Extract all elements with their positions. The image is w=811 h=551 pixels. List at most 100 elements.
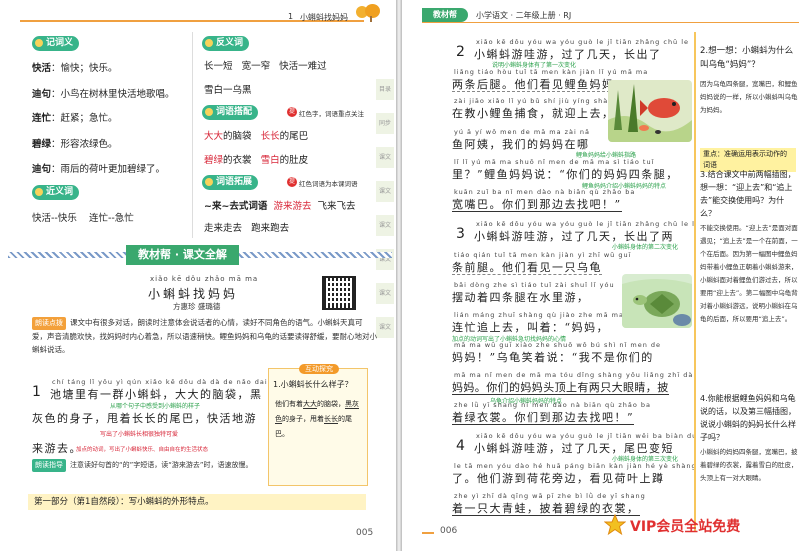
lesson-title: 小蝌蚪找妈妈: [148, 287, 239, 301]
tree-icon: [356, 4, 382, 22]
question-box-head: 互动探究: [299, 364, 339, 374]
tag-ji-yi-ci: 记词义: [32, 36, 80, 51]
para-pinyin: chí táng lǐ yǒu yì qún xiǎo kē dǒu dà dà…: [52, 378, 284, 386]
para3-line-4: 连忙追上去，叫着：“妈妈，: [452, 321, 610, 334]
side-question-2: 2.想一想：小蝌蚪为什么叫乌龟“妈妈”？: [700, 46, 794, 70]
page-number: 006: [440, 526, 458, 536]
pinyin-row: lián máng zhuī shàng qù jiào zhe mā ma: [454, 311, 624, 319]
def-row-1: 快活：愉快；快乐。: [32, 63, 118, 74]
antonyms-row-1: 长一短 宽一窄 快活一难过: [204, 61, 327, 72]
def-row-3: 连忙：赶紧；急忙。: [32, 113, 118, 124]
illustration-carp: [608, 80, 692, 142]
pinyin-row: kuān zuǐ ba nǐ men dào nà biān qù zhǎo b…: [454, 188, 636, 196]
expansion-row-2: 走来走去 跑来跑去: [204, 223, 290, 234]
pinyin-row: xiǎo kē dǒu yóu wa yóu guò le jǐ tiān wě…: [476, 432, 708, 440]
left-header: 1 小蝌蚪找妈妈: [0, 0, 396, 26]
side-tab-7[interactable]: 课文: [376, 282, 394, 304]
para-line-3: 来游去。: [32, 442, 82, 455]
vip-watermark: VIP会员全站免费: [630, 519, 741, 535]
tag-jin-yi-ci: 近义词: [32, 185, 80, 200]
footer-rule: [422, 532, 434, 534]
para-note-1: 从哪个句子中感受到小蝌蚪的样子: [110, 403, 201, 410]
pinyin-row: lǐ lǐ yú mā ma shuō nǐ men de mā ma sì t…: [454, 158, 655, 166]
side-answer-3: 不能交换使用。“迎上去”是面对面遇见；“追上去”是一个在前面，一个在后面。因为第…: [700, 224, 798, 323]
tag-fan-yi-ci: 反义词: [202, 36, 250, 51]
tip-icon: 提: [287, 107, 297, 117]
tag-ci-yu-da-pei: 词语搭配: [202, 105, 259, 120]
para-note-3: 加点的动词，写出了小蝌蚪快乐、自由自在的生活状态: [76, 447, 209, 453]
pinyin-row: zhe yì zhī dà qīng wā pī zhe bì lǜ de yī…: [454, 492, 646, 500]
para2-line-2: 两条后腿。他们看见鲤鱼妈妈: [452, 78, 615, 92]
collocation-note: 红色字，词语重点关注: [299, 110, 364, 118]
para2-line-5: 里？”鲤鱼妈妈说：“你们的妈妈四条腿，: [452, 168, 679, 181]
side-tab-3[interactable]: 课文: [376, 146, 394, 168]
column-divider: [192, 32, 193, 238]
read-tag: 朗读指导: [32, 459, 66, 472]
collocation-row-1: 大大的脑袋 长长的尾巴: [204, 131, 309, 142]
side-tab-1[interactable]: 目录: [376, 78, 394, 100]
right-page: 教材帮 小学语文 · 二年级上册 · RJ 2 xiǎo kē dǒu yóu …: [402, 0, 811, 551]
expansion-note: 红色词语为本课词语: [299, 180, 358, 188]
antonyms-row-2: 雪白一乌黑: [204, 85, 252, 96]
title-pinyin: xiǎo kē dǒu zhǎo mā ma: [150, 275, 259, 283]
side-question-4: 4.你能根据鲤鱼妈妈和乌龟说的话，以及第三幅插图，说说小蝌蚪的妈妈长什么样子吗？: [700, 394, 796, 442]
star-icon: [604, 514, 626, 536]
illustration-turtle: [622, 274, 692, 328]
side-tab-2[interactable]: 同步: [376, 112, 394, 134]
page-number: 005: [356, 528, 374, 538]
para3-line-6: 妈妈。你们的妈妈头顶上有两只大眼睛，披: [452, 381, 669, 395]
pinyin-row: xiǎo kē dǒu yóu wa yóu guò le jǐ tiān zh…: [476, 220, 713, 228]
part-summary: 第一部分（第1自然段）：写小蝌蚪的外形特点。: [28, 494, 366, 510]
para2-line-6: 宽嘴巴。你们到那边去找吧！”: [452, 198, 622, 212]
pinyin-row: liǎng tiáo hòu tuǐ tā men kàn jiàn lǐ yú…: [454, 68, 649, 76]
side-tab-5[interactable]: 课文: [376, 214, 394, 236]
para-number: 2: [456, 44, 465, 60]
header-title: 小学语文 · 二年级上册 · RJ: [476, 11, 572, 20]
side-tab-4[interactable]: 课文: [376, 180, 394, 202]
def-row-2: 迪句：小鸟在树林里快活地歌唱。: [32, 89, 175, 100]
left-page: 1 小蝌蚪找妈妈 记词义 快活：愉快；快乐。 迪句：小鸟在树林里快活地歌唱。 连…: [0, 0, 396, 551]
right-header: 教材帮 小学语文 · 二年级上册 · RJ: [402, 0, 811, 26]
collocation-row-2: 碧绿的衣裳 雪白的肚皮: [204, 155, 309, 166]
note-6: 乌龟介绍小蝌蚪妈妈的特点: [490, 398, 563, 405]
side-answer-2: 因为乌龟四条腿，宽嘴巴，和鲤鱼妈妈说的一样，所以小蝌蚪叫乌龟为妈妈。: [700, 80, 798, 114]
para-line-1: 池塘里有一群小蝌蚪，大大的脑袋，黑: [50, 388, 263, 401]
pinyin-row: yú ā yí wǒ men de mā ma zài nǎ: [454, 128, 590, 136]
guide-tag: 朗读点拨: [32, 317, 66, 330]
header-title: 小蝌蚪找妈妈: [300, 13, 348, 22]
para-number: 3: [456, 226, 465, 242]
section-banner: 教材帮 · 课文全解: [8, 245, 392, 265]
para3-line-2: 条前腿。他们看见一只乌龟: [452, 261, 602, 275]
para3-line-5: 妈妈！”乌龟笑着说：“我不是你们的: [452, 351, 654, 364]
def-row-4: 碧绿：形容浓绿色。: [32, 139, 118, 150]
question-text: 1.小蝌蚪长什么样子？: [273, 380, 353, 389]
pinyin-row: xiǎo kē dǒu yóu wa yóu guò le jǐ tiān zh…: [476, 38, 690, 46]
tag-ci-yu-tuo-zhan: 词语拓展: [202, 175, 259, 190]
guide-text: 课文中有很多对话，朗读时注意体会说话者的心情，读好不同角色的语气。小蝌蚪天真可爱…: [32, 318, 377, 354]
side-tab-8[interactable]: 课文: [376, 316, 394, 338]
synonyms-row: 快活--快乐 连忙--急忙: [32, 213, 134, 224]
banner-label: 教材帮 · 课文全解: [126, 245, 239, 265]
interactive-question-box: 互动探究 1.小蝌蚪长什么样子？ 他们有着大大的脑袋，黑灰色的身子，甩着长长的尾…: [268, 364, 368, 486]
para-number: 4: [456, 438, 465, 454]
reading-guide: 朗读点拨 课文中有很多对话，朗读时注意体会说话者的心情，读好不同角色的语气。小蝌蚪…: [32, 316, 377, 356]
para2-line-4: 鱼阿姨，我们的妈妈在哪: [452, 138, 590, 151]
lesson-number: 1: [288, 12, 294, 21]
side-answer-4: 小蝌蚪的妈妈四条腿，宽嘴巴，披着碧绿的衣裳，露着雪白的肚皮，头顶上有一对大眼睛。: [700, 448, 798, 482]
header-rule: [422, 22, 799, 23]
para-number: 1: [32, 384, 41, 400]
def-row-5: 迪句：雨后的荷叶更加碧绿了。: [32, 164, 166, 175]
pinyin-row: mā ma wū guī xiào zhe shuō wǒ bú shì nǐ …: [454, 341, 662, 349]
header-tag: 教材帮: [422, 8, 468, 22]
tip-icon: 提: [287, 177, 297, 187]
pinyin-row: le tā men yóu dào hé huā páng biān kàn j…: [454, 462, 716, 470]
read-aloud-tip: 朗读指导 注意读好句首的“的”字短语，读“游来游去”时，语速放慢。: [32, 459, 262, 472]
expansion-row-1: ~来~去式词语 游来游去 飞来飞去: [204, 201, 356, 212]
para4-line-2: 了。他们游到荷花旁边，看见荷叶上蹲: [452, 472, 665, 485]
side-question-3: 3.结合课文中前两幅插图，想一想：“迎上去”和“追上去”能交换使用吗？为什么？: [700, 170, 796, 218]
para-note-2: 写出了小蝌蚪长相很独特可爱: [100, 431, 179, 438]
question-answer: 他们有着大大的脑袋，黑灰色的身子，甩着长长的尾巴。: [275, 400, 359, 438]
qr-pattern: [326, 280, 352, 306]
note-4: 小蝌蚪身体的第二次变化: [612, 244, 679, 251]
para3-line-7: 着绿衣裳。你们到那边去找吧！”: [452, 411, 635, 425]
